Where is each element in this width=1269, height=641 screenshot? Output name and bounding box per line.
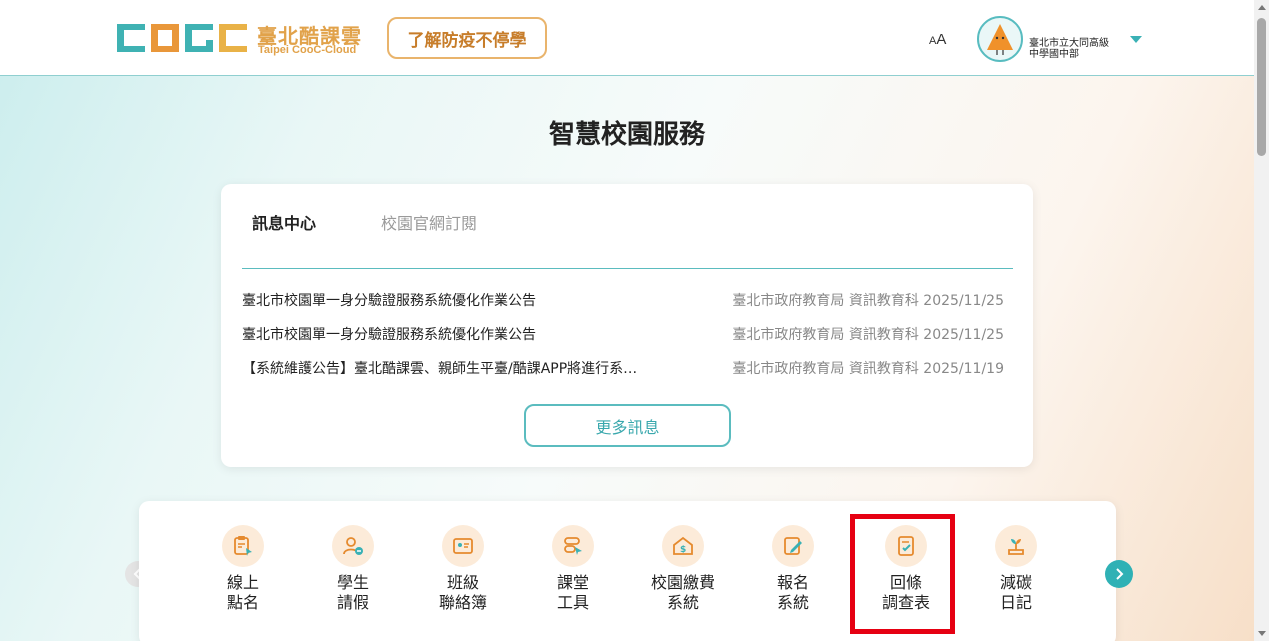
tab-label: 訊息中心	[252, 214, 317, 233]
avatar[interactable]	[977, 16, 1023, 62]
payment-icon: $	[662, 525, 704, 567]
service-label-line1: 學生	[336, 573, 369, 592]
font-size-big-label: A	[936, 31, 947, 48]
news-source: 臺北市政府教育局 資訊教育科 2025/11/25	[732, 327, 1004, 343]
news-card: 訊息中心 校園官網訂閱 臺北市校園單一身分驗證服務系統優化作業公告 臺北市政府教…	[221, 184, 1033, 467]
news-item[interactable]: 【系統維護公告】臺北酷課雲、親師生平臺/酷課APP將進行系… 臺北市政府教育局 …	[242, 358, 1004, 378]
service-label-line1: 校園繳費	[650, 573, 715, 592]
school-name-line1: 臺北市立大同高級	[1029, 38, 1109, 49]
divider	[242, 268, 1013, 269]
more-news-button[interactable]: 更多訊息	[524, 404, 731, 447]
font-size-toggle[interactable]: AA	[929, 31, 946, 48]
news-item[interactable]: 臺北市校園單一身分驗證服務系統優化作業公告 臺北市政府教育局 資訊教育科 202…	[242, 290, 1004, 310]
tab-label: 校園官網訂閱	[381, 214, 478, 233]
news-item[interactable]: 臺北市校園單一身分驗證服務系統優化作業公告 臺北市政府教育局 資訊教育科 202…	[242, 324, 1004, 344]
service-registration[interactable]: 報名 系統	[748, 525, 838, 613]
logo-subtitle: Taipei CooC-Cloud	[258, 44, 357, 56]
scroll-down-icon[interactable]	[1258, 631, 1266, 636]
services-panel: 線上 點名 學生 請假 班級 聯絡簿 課堂 工具 $ 校園繳費 系統 報名 系統 回條 調查	[139, 501, 1116, 641]
service-label-line1: 班級	[446, 573, 479, 592]
cooc-logo[interactable]: 臺北酷課雲 Taipei CooC-Cloud	[115, 20, 365, 60]
class-tools-icon	[552, 525, 594, 567]
student-leave-icon	[332, 525, 374, 567]
svg-text:$: $	[680, 545, 686, 555]
service-label-line2: 請假	[336, 593, 369, 612]
service-online-roll-call[interactable]: 線上 點名	[198, 525, 288, 613]
service-label-line2: 系統	[776, 593, 809, 612]
service-label-line2: 聯絡簿	[438, 593, 487, 612]
avatar-mascot-icon	[987, 24, 1013, 55]
news-title: 【系統維護公告】臺北酷課雲、親師生平臺/酷課APP將進行系…	[242, 361, 638, 377]
service-contact-book[interactable]: 班級 聯絡簿	[418, 525, 508, 613]
top-header: 臺北酷課雲 Taipei CooC-Cloud 了解防疫不停學 AA 臺北市立大…	[0, 0, 1254, 76]
roll-call-icon	[222, 525, 264, 567]
service-label-line1: 線上	[226, 573, 259, 592]
service-class-tools[interactable]: 課堂 工具	[528, 525, 618, 613]
news-source: 臺北市政府教育局 資訊教育科 2025/11/25	[732, 293, 1004, 309]
chevron-right-icon	[1116, 568, 1124, 580]
service-label-line1: 減碳	[999, 573, 1032, 592]
news-title: 臺北市校園單一身分驗證服務系統優化作業公告	[242, 327, 536, 343]
carbon-diary-icon	[995, 525, 1037, 567]
covid-info-button[interactable]: 了解防疫不停學	[387, 17, 547, 59]
service-campus-payment[interactable]: $ 校園繳費 系統	[638, 525, 728, 613]
service-label-line1: 報名	[776, 573, 809, 592]
scroll-up-icon[interactable]	[1258, 5, 1266, 10]
service-label-line2: 工具	[556, 593, 589, 612]
service-student-leave[interactable]: 學生 請假	[308, 525, 398, 613]
cooc-logo-mark	[117, 24, 247, 52]
scrollbar-thumb[interactable]	[1257, 18, 1266, 156]
news-title: 臺北市校園單一身分驗證服務系統優化作業公告	[242, 293, 536, 309]
service-label-line2: 日記	[999, 593, 1032, 612]
school-name-line2: 中學國中部	[1029, 49, 1079, 60]
school-name[interactable]: 臺北市立大同高級 中學國中部	[1029, 38, 1109, 60]
registration-icon	[772, 525, 814, 567]
contact-book-icon	[442, 525, 484, 567]
service-carbon-diary[interactable]: 減碳 日記	[971, 525, 1061, 613]
service-label-line1: 課堂	[556, 573, 589, 592]
tab-campus-subscription[interactable]: 校園官網訂閱	[375, 210, 481, 234]
tab-message-center[interactable]: 訊息中心	[246, 210, 317, 234]
service-label-line2: 系統	[666, 593, 699, 612]
carousel-next-button[interactable]	[1105, 560, 1133, 588]
chevron-down-icon[interactable]	[1130, 36, 1142, 43]
service-label-line2: 點名	[226, 593, 259, 612]
page-title: 智慧校園服務	[548, 120, 705, 150]
news-source: 臺北市政府教育局 資訊教育科 2025/11/19	[732, 361, 1004, 377]
highlight-annotation-box	[850, 514, 955, 634]
